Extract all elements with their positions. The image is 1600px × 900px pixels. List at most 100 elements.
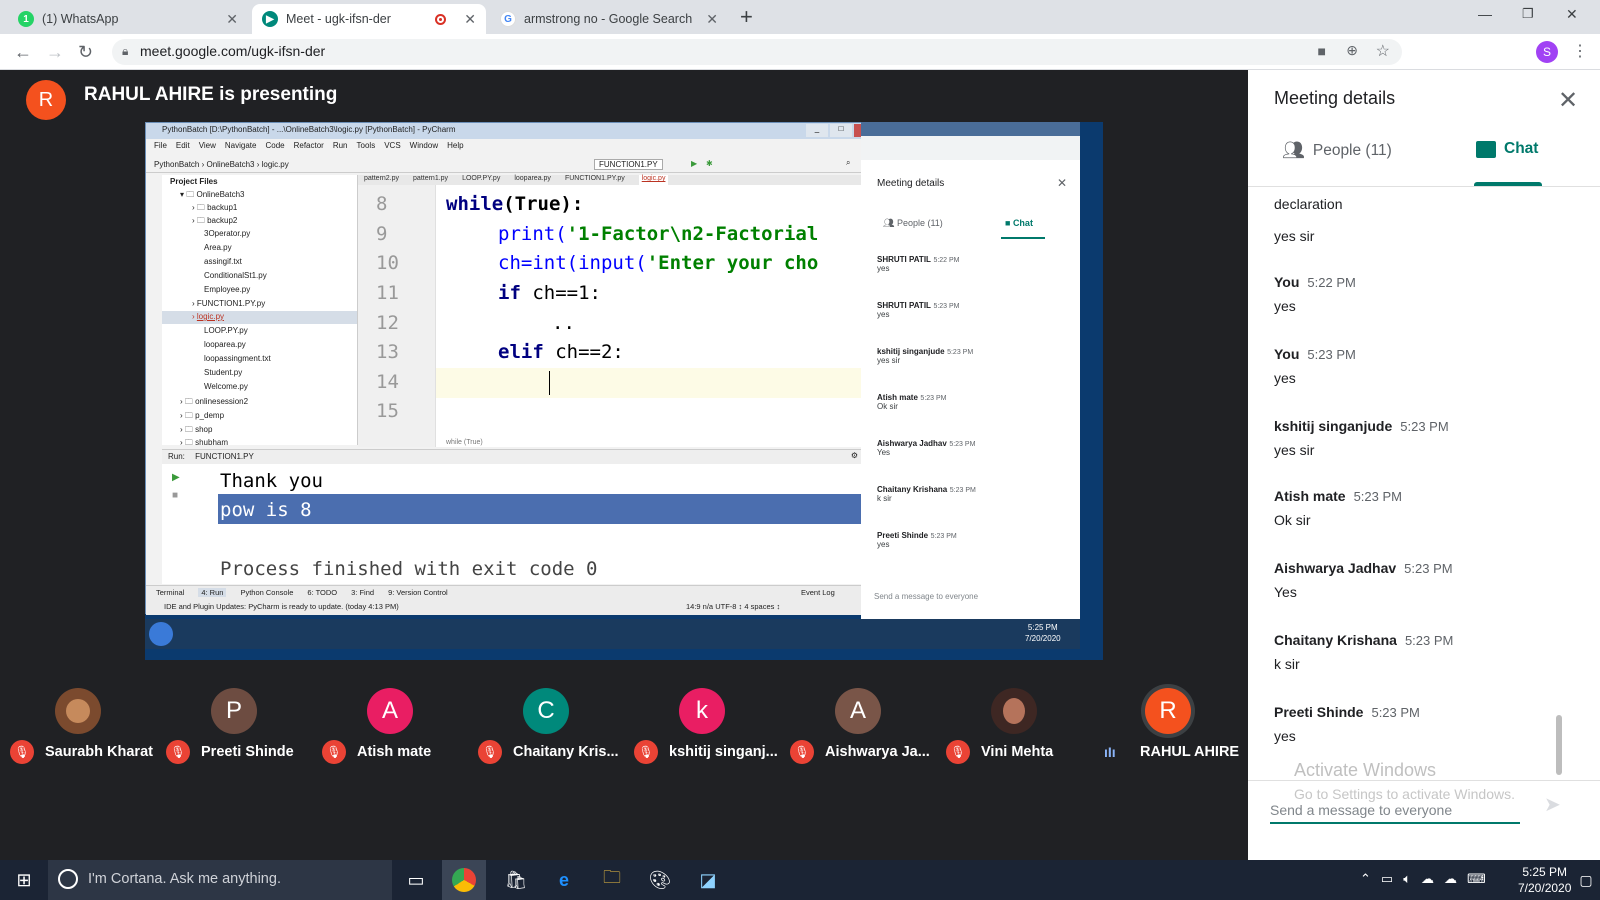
inner-chat-input[interactable]: Send a message to everyone (874, 592, 978, 601)
tool-tab-version-control[interactable]: 9: Version Control (388, 588, 448, 597)
chat-input[interactable]: Send a message to everyone (1270, 794, 1520, 824)
inner-tab-chat[interactable]: ■ Chat (1005, 218, 1033, 228)
notifications-icon[interactable]: ▢ (1574, 868, 1598, 892)
forward-icon[interactable]: → (46, 42, 64, 63)
taskbar-clock[interactable]: 5:25 PM 7/20/2020 (1518, 864, 1571, 896)
menu-vcs[interactable]: VCS (384, 141, 400, 155)
menu-navigate[interactable]: Navigate (225, 141, 257, 155)
menu-help[interactable]: Help (447, 141, 463, 155)
more-menu-icon[interactable]: ⋮ (1572, 41, 1588, 61)
stop-icon[interactable]: ■ (172, 490, 178, 501)
tab-chat[interactable]: Chat (1476, 140, 1538, 158)
inner-tab-people[interactable]: 👥︎ People (11) (883, 218, 943, 229)
close-icon[interactable]: ✕ (1057, 176, 1067, 190)
tree-file[interactable]: LOOP.PY.py (204, 326, 248, 335)
tool-tab-python-console[interactable]: Python Console (240, 588, 293, 597)
tree-folder[interactable]: › 🗀︎ onlinesession2 (180, 396, 248, 410)
participant-tile[interactable]: k 🎙︎ kshitij singanj... (624, 688, 778, 764)
restore-icon[interactable]: ❐ (1522, 6, 1534, 22)
search-icon[interactable]: ⌕ (846, 158, 850, 168)
gear-icon[interactable]: ⚙ (851, 451, 858, 460)
maximize-icon[interactable]: □ (830, 124, 852, 137)
close-icon[interactable]: ✕ (1558, 86, 1578, 115)
tab-whatsapp[interactable]: 1 (1) WhatsApp ✕ (8, 4, 248, 34)
debug-icon[interactable]: ✱ (706, 159, 713, 168)
cloud-icon[interactable]: ☁ (1444, 871, 1457, 887)
new-tab-button[interactable]: + (740, 4, 753, 30)
minimize-icon[interactable]: _ (806, 124, 828, 137)
tree-file[interactable]: looparea.py (204, 340, 246, 349)
menu-tools[interactable]: Tools (357, 141, 376, 155)
run-config-select[interactable]: FUNCTION1.PY (594, 159, 663, 170)
store-icon[interactable]: 🛍︎ (504, 868, 528, 892)
tool-tab-terminal[interactable]: Terminal (156, 588, 184, 597)
menu-window[interactable]: Window (410, 141, 438, 155)
network-icon[interactable]: ☁ (1421, 871, 1434, 887)
tree-folder[interactable]: › 🗀︎ p_demp (180, 410, 224, 424)
close-window-icon[interactable]: ✕ (1566, 6, 1578, 23)
menu-view[interactable]: View (199, 141, 216, 155)
menu-file[interactable]: File (154, 141, 167, 155)
tree-folder[interactable]: › 🗀︎ backup2 (192, 215, 237, 229)
tool-tab-run[interactable]: 4: Run (198, 588, 227, 597)
tree-folder[interactable]: › 🗀︎ backup1 (192, 202, 237, 216)
tree-file[interactable]: 3Operator.py (204, 229, 250, 238)
keyboard-icon[interactable]: ⌨ (1467, 871, 1486, 887)
chat-scrollbar[interactable] (1556, 715, 1562, 775)
participant-tile[interactable]: P 🎙︎ Preeti Shinde (156, 688, 306, 764)
tree-file[interactable]: Employee.py (204, 285, 250, 294)
tab-google-search[interactable]: G armstrong no - Google Search ✕ (490, 4, 728, 34)
app-icon[interactable]: ◪ (696, 868, 720, 892)
tree-file[interactable]: assingif.txt (204, 257, 242, 266)
paint-icon[interactable]: 🎨︎ (648, 868, 672, 892)
tab-people[interactable]: 👥︎ People (11) (1282, 140, 1392, 161)
participant-tile[interactable]: A 🎙︎ Aishwarya Ja... (780, 688, 930, 764)
tool-tab-find[interactable]: 3: Find (351, 588, 374, 597)
battery-icon[interactable]: ▭ (1381, 871, 1393, 887)
project-header[interactable]: Project Files (170, 177, 218, 186)
run-icon[interactable]: ▶ (691, 159, 697, 168)
zoom-icon[interactable]: ⊕ (1346, 42, 1358, 59)
run-tab[interactable]: FUNCTION1.PY (195, 452, 254, 461)
tool-tab-event-log[interactable]: Event Log (801, 588, 835, 597)
close-tab-icon[interactable]: ✕ (464, 11, 476, 28)
participant-tile[interactable]: A 🎙︎ Atish mate (312, 688, 462, 764)
bookmark-star-icon[interactable]: ☆ (1376, 41, 1390, 61)
file-explorer-icon[interactable]: 🗀︎ (600, 867, 624, 892)
participant-tile[interactable]: C 🎙︎ Chaitany Kris... (468, 688, 619, 764)
tool-tab-todo[interactable]: 6: TODO (307, 588, 337, 597)
tray-chevron-icon[interactable]: ⌃ (1360, 871, 1371, 887)
tree-file[interactable]: Area.py (204, 243, 232, 252)
participant-tile[interactable]: 🎙︎ Saurabh Kharat (0, 688, 153, 764)
tree-file-selected[interactable]: › logic.py (192, 312, 224, 321)
tree-folder[interactable]: › 🗀︎ shop (180, 424, 212, 438)
tree-file[interactable]: ConditionalSt1.py (204, 271, 267, 280)
code-editor[interactable]: 8 9 10 11 12 13 14 15 while(True): print… (358, 185, 880, 447)
camera-icon[interactable]: ■ (1318, 43, 1326, 59)
url-field[interactable]: 🔒︎ meet.google.com/ugk-ifsn-der ■ ⊕ ☆ (112, 39, 1402, 65)
menu-run[interactable]: Run (333, 141, 348, 155)
close-tab-icon[interactable]: ✕ (226, 11, 238, 28)
rerun-icon[interactable]: ▶ (172, 472, 180, 483)
tree-file[interactable]: Welcome.py (204, 382, 248, 391)
cortana-search[interactable]: I'm Cortana. Ask me anything. (48, 860, 392, 900)
participant-tile[interactable]: R ıIı RAHUL AHIRE (1090, 688, 1240, 760)
tab-meet[interactable]: ▶ Meet - ugk-ifsn-der ✕ (252, 4, 486, 34)
tree-folder[interactable]: ▾ 🗀︎ OnlineBatch3 (180, 189, 245, 203)
chrome-taskbar-button[interactable] (442, 860, 486, 900)
send-icon[interactable]: ➤ (1544, 792, 1561, 817)
profile-avatar[interactable]: S (1536, 41, 1558, 63)
back-icon[interactable]: ← (14, 42, 32, 63)
task-view-icon[interactable]: ▭ (404, 868, 428, 892)
tree-file[interactable]: › FUNCTION1.PY.py (192, 299, 265, 308)
tree-file[interactable]: loopassingment.txt (204, 354, 271, 363)
volume-icon[interactable]: 🔈︎ (1403, 871, 1411, 887)
tree-file[interactable]: Student.py (204, 368, 242, 377)
windows-start-icon[interactable]: ⊞ (12, 868, 36, 892)
menu-edit[interactable]: Edit (176, 141, 190, 155)
menu-refactor[interactable]: Refactor (294, 141, 324, 155)
menu-code[interactable]: Code (265, 141, 284, 155)
minimize-icon[interactable]: — (1478, 6, 1492, 22)
reload-icon[interactable]: ↻ (78, 42, 93, 63)
edge-icon[interactable]: e (552, 868, 576, 892)
